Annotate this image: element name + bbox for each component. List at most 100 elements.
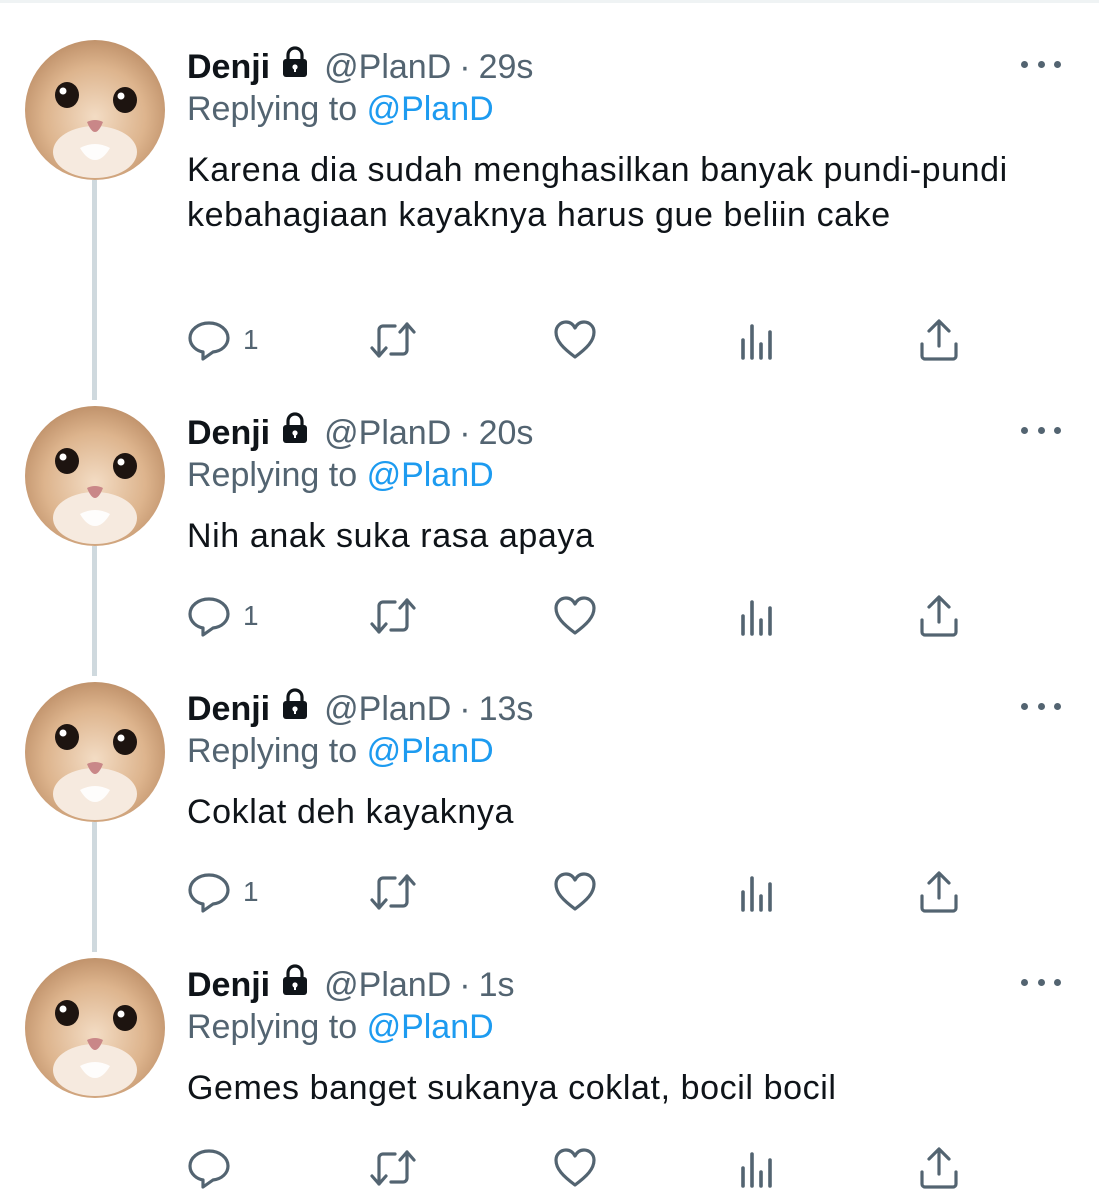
like-button[interactable]: [553, 318, 597, 362]
reply-icon: [188, 321, 230, 361]
retweet-button[interactable]: [369, 870, 417, 914]
replying-to-mention[interactable]: @PlanD: [367, 732, 494, 770]
reply-button[interactable]: 1: [187, 594, 259, 638]
replying-to-mention[interactable]: @PlanD: [367, 1008, 494, 1046]
more-options-icon[interactable]: [1021, 54, 1061, 74]
retweet-button[interactable]: [369, 594, 417, 638]
heart-icon: [554, 872, 596, 911]
retweet-button[interactable]: [369, 1146, 417, 1190]
separator: ·: [459, 414, 471, 452]
analytics-icon: [741, 324, 772, 360]
share-icon: [920, 319, 958, 361]
share-icon: [920, 1147, 958, 1189]
cat-face-avatar-image: [25, 958, 165, 1098]
cat-face-avatar-image: [25, 682, 165, 822]
share-button[interactable]: [917, 1146, 961, 1190]
separator: ·: [459, 48, 471, 86]
timestamp[interactable]: 13s: [479, 687, 534, 731]
handle[interactable]: @PlanD: [324, 687, 451, 731]
retweet-icon: [370, 598, 416, 634]
share-icon: [920, 595, 958, 637]
reply-button[interactable]: 1: [187, 318, 259, 362]
replying-label: Replying to: [187, 732, 358, 770]
replying-label: Replying to: [187, 456, 358, 494]
like-button[interactable]: [553, 1146, 597, 1190]
retweet-icon: [370, 322, 416, 358]
replying-to: Replying to @PlanD: [187, 729, 494, 773]
heart-icon: [554, 596, 596, 635]
replying-to-mention[interactable]: @PlanD: [367, 456, 494, 494]
tweet-header: Denji @PlanD · 29s: [187, 45, 533, 89]
tweet[interactable]: Denji @PlanD · 13s Replying to @PlanD Co…: [0, 642, 1099, 942]
replying-to: Replying to @PlanD: [187, 87, 494, 131]
cat-face-avatar-image: [25, 40, 165, 180]
share-button[interactable]: [917, 594, 961, 638]
reply-count: 1: [243, 876, 259, 907]
share-button[interactable]: [917, 870, 961, 914]
heart-icon: [554, 320, 596, 359]
replying-to: Replying to @PlanD: [187, 1005, 494, 1049]
tweet-actions: 1: [187, 870, 987, 914]
like-button[interactable]: [553, 870, 597, 914]
timestamp[interactable]: 29s: [479, 45, 534, 89]
avatar[interactable]: [25, 958, 165, 1098]
reply-count: 1: [243, 600, 259, 631]
tweet-text: Gemes banget sukanya coklat, bocil bocil: [187, 1069, 837, 1107]
handle[interactable]: @PlanD: [324, 411, 451, 455]
replying-label: Replying to: [187, 90, 358, 128]
tweet[interactable]: Denji @PlanD · 1s Replying to @PlanD Gem…: [0, 918, 1099, 1200]
tweet-text: Coklat deh kayaknya: [187, 793, 515, 831]
retweet-icon: [370, 1150, 416, 1186]
analytics-button[interactable]: [737, 1146, 781, 1190]
cat-face-avatar-image: [25, 406, 165, 546]
avatar[interactable]: [25, 682, 165, 822]
replying-to: Replying to @PlanD: [187, 453, 494, 497]
more-options-icon[interactable]: [1021, 972, 1061, 992]
lock-icon: [278, 687, 312, 732]
tweet-thread: Denji @PlanD · 29s Replying to @PlanD Ka…: [0, 0, 1099, 1200]
like-button[interactable]: [553, 594, 597, 638]
share-button[interactable]: [917, 318, 961, 362]
avatar[interactable]: [25, 406, 165, 546]
analytics-icon: [741, 876, 772, 912]
reply-count: 1: [243, 324, 259, 355]
separator: ·: [459, 690, 471, 728]
display-name[interactable]: Denji: [187, 45, 270, 89]
analytics-button[interactable]: [737, 594, 781, 638]
tweet-header: Denji @PlanD · 20s: [187, 411, 533, 455]
timestamp[interactable]: 1s: [479, 963, 515, 1007]
retweet-icon: [370, 874, 416, 910]
handle[interactable]: @PlanD: [324, 45, 451, 89]
lock-icon: [278, 45, 312, 90]
replying-label: Replying to: [187, 1008, 358, 1046]
tweet-actions: 1: [187, 594, 987, 638]
analytics-button[interactable]: [737, 318, 781, 362]
separator: ·: [459, 966, 471, 1004]
reply-icon: [188, 1149, 230, 1189]
lock-icon: [278, 963, 312, 1008]
lock-icon: [278, 411, 312, 456]
display-name[interactable]: Denji: [187, 411, 270, 455]
tweet-text: Nih anak suka rasa apaya: [187, 517, 595, 555]
display-name[interactable]: Denji: [187, 687, 270, 731]
tweet[interactable]: Denji @PlanD · 20s Replying to @PlanD Ni…: [0, 366, 1099, 666]
more-options-icon[interactable]: [1021, 696, 1061, 716]
tweet-actions: [187, 1146, 987, 1190]
replying-to-mention[interactable]: @PlanD: [367, 90, 494, 128]
tweet-actions: 1: [187, 318, 987, 362]
more-options-icon[interactable]: [1021, 420, 1061, 440]
tweet[interactable]: Denji @PlanD · 29s Replying to @PlanD Ka…: [0, 0, 1099, 400]
display-name[interactable]: Denji: [187, 963, 270, 1007]
retweet-button[interactable]: [369, 318, 417, 362]
analytics-button[interactable]: [737, 870, 781, 914]
share-icon: [920, 871, 958, 913]
analytics-icon: [741, 1152, 772, 1188]
handle[interactable]: @PlanD: [324, 963, 451, 1007]
reply-button[interactable]: [187, 1146, 243, 1190]
tweet-header: Denji @PlanD · 1s: [187, 963, 515, 1007]
reply-icon: [188, 873, 230, 913]
avatar[interactable]: [25, 40, 165, 180]
timestamp[interactable]: 20s: [479, 411, 534, 455]
reply-button[interactable]: 1: [187, 870, 259, 914]
tweet-header: Denji @PlanD · 13s: [187, 687, 533, 731]
